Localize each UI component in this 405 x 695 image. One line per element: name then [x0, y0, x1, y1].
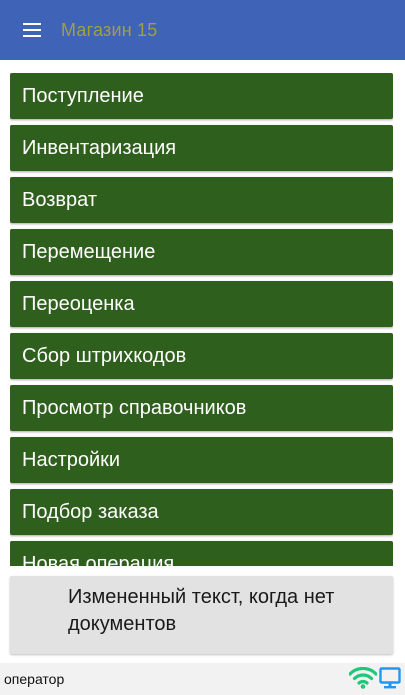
app-bar: Магазин 15	[0, 0, 405, 60]
menu-item-inventory[interactable]: Инвентаризация	[10, 125, 393, 171]
menu-item-repricing[interactable]: Переоценка	[10, 281, 393, 327]
menu-item-settings[interactable]: Настройки	[10, 437, 393, 483]
menu-item-new-operation[interactable]: Новая операция	[10, 541, 393, 566]
menu-item-view-directories[interactable]: Просмотр справочников	[10, 385, 393, 431]
app-screen: Магазин 15 Поступление Инвентаризация Во…	[0, 0, 405, 695]
menu-item-order-picking[interactable]: Подбор заказа	[10, 489, 393, 535]
menu-item-barcode-collection[interactable]: Сбор штрихкодов	[10, 333, 393, 379]
status-icons	[349, 667, 401, 689]
menu-item-return[interactable]: Возврат	[10, 177, 393, 223]
hamburger-menu-icon[interactable]	[20, 20, 44, 40]
status-bar: оператор	[0, 663, 405, 695]
menu-item-receipt[interactable]: Поступление	[10, 73, 393, 119]
operations-menu: Поступление Инвентаризация Возврат Перем…	[10, 73, 393, 566]
wifi-icon	[349, 667, 377, 689]
no-documents-message: Измененный текст, когда нет документов	[10, 576, 393, 654]
page-title: Магазин 15	[61, 19, 158, 40]
monitor-icon	[379, 667, 401, 689]
status-user-label: оператор	[4, 671, 65, 687]
menu-item-transfer[interactable]: Перемещение	[10, 229, 393, 275]
